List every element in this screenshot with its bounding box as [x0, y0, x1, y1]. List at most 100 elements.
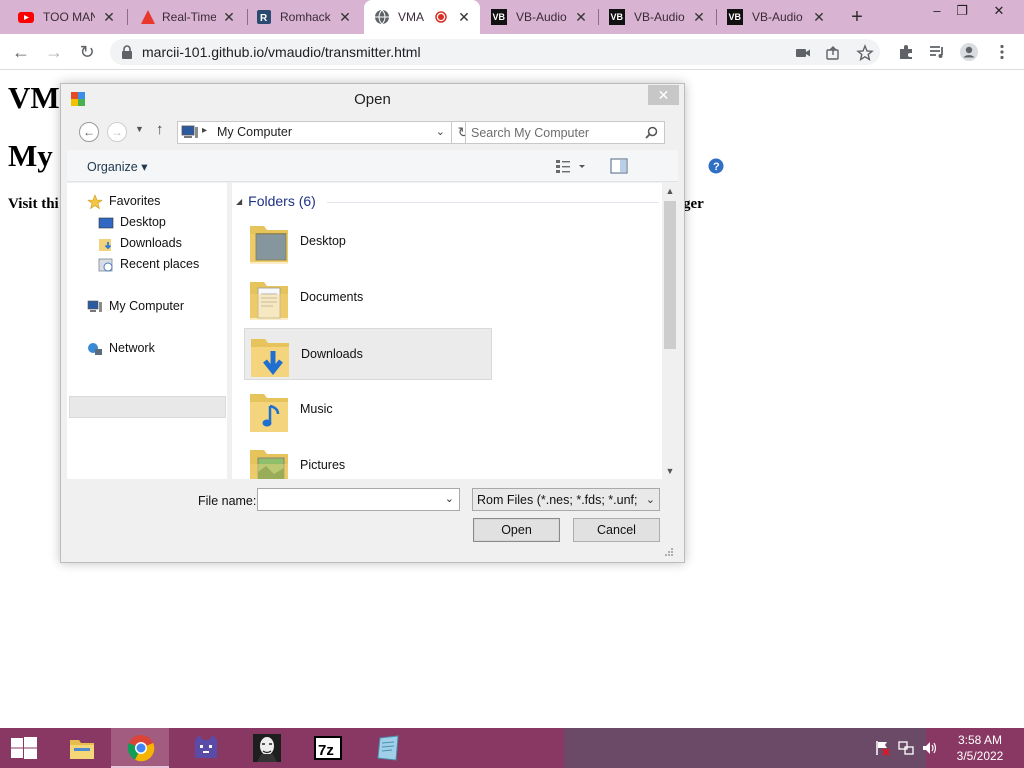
- profile-avatar-icon[interactable]: [959, 42, 979, 62]
- taskbar-chrome[interactable]: [111, 728, 169, 768]
- reload-button[interactable]: ↻: [76, 41, 98, 63]
- recent-locations-chevron-icon[interactable]: ▼: [135, 124, 144, 134]
- scroll-down-icon[interactable]: ▼: [662, 463, 678, 479]
- network-tray-icon[interactable]: [898, 740, 914, 756]
- forward-arrow-icon[interactable]: →: [107, 122, 127, 142]
- romhack-icon: R: [257, 10, 271, 24]
- globe-icon: [375, 9, 389, 25]
- back-arrow-icon[interactable]: ←: [79, 122, 99, 142]
- folder-music[interactable]: Music: [244, 384, 492, 436]
- tab-vb-audio-1[interactable]: VB VB-Audio ✕: [481, 0, 597, 34]
- resize-grip-icon[interactable]: [664, 547, 674, 557]
- folders-group-header[interactable]: ◢ Folders (6): [236, 193, 316, 209]
- camera-in-use-icon[interactable]: [794, 44, 812, 62]
- file-type-select[interactable]: Rom Files (*.nes; *.fds; *.unf; *.s ⌄: [472, 488, 660, 511]
- lock-icon: [122, 45, 132, 59]
- nav-selection-highlight: [69, 396, 226, 418]
- nav-item-network-label: Network: [109, 341, 155, 355]
- taskbar-file-explorer[interactable]: [52, 728, 110, 768]
- windows-taskbar: 7z 3:58 AM 3/5/2022: [0, 728, 1024, 768]
- downloads-folder-icon: [251, 339, 289, 377]
- tab-title: Romhack: [280, 10, 331, 24]
- change-view-icon[interactable]: [555, 157, 589, 175]
- cancel-button[interactable]: Cancel: [573, 518, 660, 542]
- scrollbar-thumb[interactable]: [664, 201, 676, 349]
- forward-button[interactable]: →: [43, 41, 65, 63]
- computer-icon: [181, 125, 198, 138]
- chevron-down-icon[interactable]: ⌄: [445, 492, 454, 505]
- menu-kebab-icon[interactable]: [992, 42, 1012, 62]
- tab-romhack[interactable]: R Romhack ✕: [248, 0, 364, 34]
- taskbar-anonymous-app[interactable]: [237, 728, 295, 768]
- file-name-combobox[interactable]: ⌄: [257, 488, 460, 511]
- up-arrow-icon[interactable]: ↑: [156, 121, 164, 138]
- tab-close-icon[interactable]: ✕: [100, 8, 118, 26]
- chevron-down-icon[interactable]: ⌄: [646, 493, 655, 506]
- pictures-folder-icon: [250, 450, 288, 479]
- folder-documents[interactable]: Documents: [244, 272, 492, 324]
- file-explorer-icon: [70, 740, 94, 759]
- desktop-icon: [98, 217, 114, 229]
- breadcrumb-separator-icon[interactable]: ▸: [202, 125, 207, 136]
- system-clock[interactable]: 3:58 AM 3/5/2022: [945, 732, 1015, 764]
- address-bar[interactable]: marcii-101.github.io/vmaudio/transmitter…: [110, 39, 880, 65]
- dialog-command-bar: Organize ▾ ?: [67, 150, 724, 182]
- preview-pane-icon[interactable]: [610, 157, 628, 175]
- tab-vmaudio-active[interactable]: VMA ✕: [364, 0, 480, 34]
- computer-icon: [87, 300, 102, 312]
- restore-button[interactable]: ❐: [950, 2, 974, 20]
- tab-title: VMA: [398, 10, 425, 24]
- tab-vb-audio-3[interactable]: VB VB-Audio ✕: [717, 0, 835, 34]
- organize-menu-button[interactable]: Organize ▾: [87, 159, 147, 174]
- tab-close-icon[interactable]: ✕: [572, 8, 590, 26]
- chevron-down-icon[interactable]: ⌄: [436, 125, 445, 138]
- desktop-folder-icon: [250, 226, 288, 264]
- action-center-flag-icon[interactable]: [874, 740, 890, 756]
- tab-close-icon[interactable]: ✕: [336, 8, 354, 26]
- breadcrumb-location[interactable]: My Computer: [217, 125, 292, 139]
- tab-realtime[interactable]: Real-Time ✕: [128, 0, 246, 34]
- tab-youtube[interactable]: TOO MAN ✕: [0, 0, 126, 34]
- bookmark-star-icon[interactable]: [856, 44, 874, 62]
- tab-title: VB-Audio: [634, 10, 685, 24]
- location-breadcrumb[interactable]: ▸ My Computer ⌄: [177, 121, 452, 144]
- back-button[interactable]: ←: [10, 41, 32, 63]
- tab-close-icon[interactable]: ✕: [690, 8, 708, 26]
- open-button[interactable]: Open: [473, 518, 560, 542]
- collapse-triangle-icon[interactable]: ◢: [236, 197, 242, 206]
- scroll-up-icon[interactable]: ▲: [662, 183, 678, 199]
- taskbar-7zip[interactable]: 7z: [298, 728, 356, 768]
- page-ger-text: ger: [683, 196, 704, 212]
- tab-vb-audio-2[interactable]: VB VB-Audio ✕: [599, 0, 715, 34]
- extensions-puzzle-icon[interactable]: [896, 42, 916, 62]
- minimize-button[interactable]: –: [925, 2, 949, 20]
- media-control-icon[interactable]: [927, 42, 947, 62]
- dialog-close-button[interactable]: ✕: [648, 85, 679, 105]
- tab-title: TOO MAN: [43, 10, 95, 24]
- file-name-input[interactable]: [261, 491, 436, 508]
- folder-desktop[interactable]: Desktop: [244, 216, 492, 268]
- folder-downloads[interactable]: Downloads: [244, 328, 492, 380]
- start-button[interactable]: [0, 728, 48, 768]
- new-tab-button[interactable]: +: [846, 6, 868, 28]
- window-close-button[interactable]: ✕: [987, 2, 1011, 20]
- open-file-dialog: Open ✕ ← → ▼ ↑ ▸ My Computer ⌄ ↻ Organiz…: [60, 83, 724, 563]
- tab-close-icon[interactable]: ✕: [220, 8, 238, 26]
- taskbar-notepad[interactable]: [358, 728, 416, 768]
- svg-text:VB: VB: [729, 12, 742, 22]
- dialog-titlebar[interactable]: Open ✕: [61, 84, 684, 114]
- search-input[interactable]: [471, 124, 636, 141]
- volume-icon[interactable]: [922, 740, 938, 756]
- share-icon[interactable]: [824, 44, 842, 62]
- folder-pictures[interactable]: Pictures: [244, 440, 492, 479]
- recent-places-icon: [98, 258, 113, 272]
- folder-label: Desktop: [300, 234, 346, 248]
- tab-close-icon[interactable]: ✕: [455, 8, 473, 26]
- help-icon[interactable]: ?: [707, 157, 725, 175]
- tab-close-icon[interactable]: ✕: [810, 8, 828, 26]
- taskbar-window-preview[interactable]: [564, 728, 926, 768]
- vertical-scrollbar[interactable]: ▲ ▼: [662, 183, 678, 479]
- search-field[interactable]: [465, 121, 665, 144]
- music-folder-icon: [250, 394, 288, 432]
- taskbar-pixel-cat-app[interactable]: [176, 728, 234, 768]
